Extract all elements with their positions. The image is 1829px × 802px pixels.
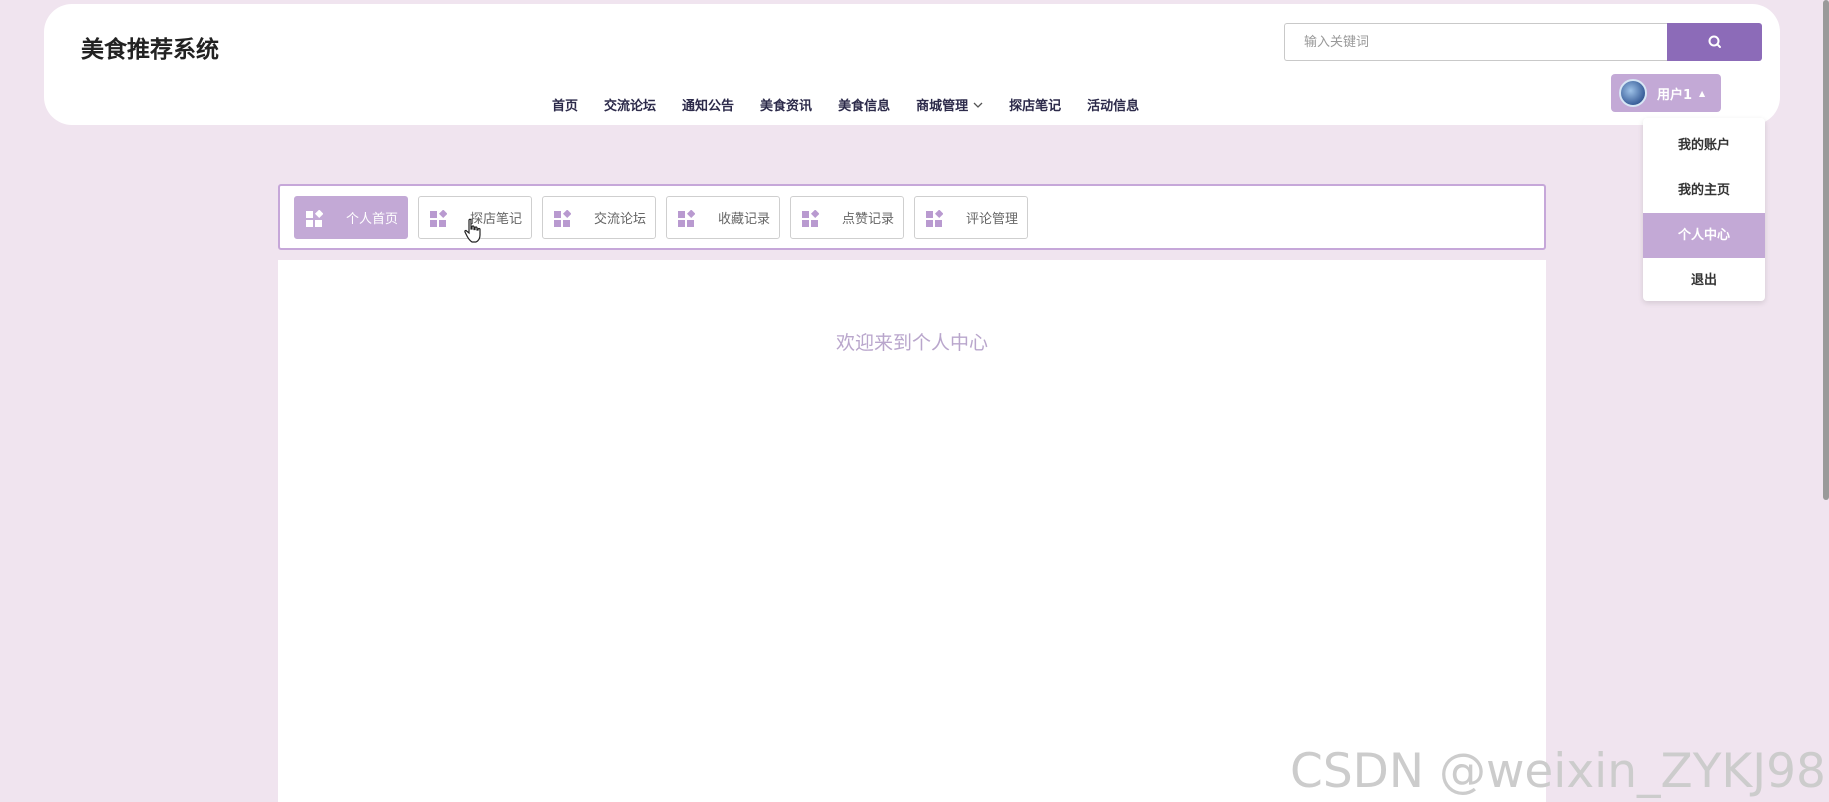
nav-item-label: 美食资讯 — [760, 99, 813, 114]
nav-item-activities[interactable]: 活动信息 — [1087, 95, 1139, 114]
tab-label: 个人首页 — [345, 212, 398, 227]
nav-item-forum[interactable]: 交流论坛 — [604, 95, 656, 114]
hand-cursor-icon — [464, 218, 481, 243]
nav-item-label: 交流论坛 — [604, 99, 657, 114]
tab-label: 收藏记录 — [717, 212, 770, 227]
user-menu-button[interactable]: 用户1 ▲ — [1611, 74, 1721, 112]
nav-item-food-news[interactable]: 美食资讯 — [760, 95, 812, 114]
site-header: 美食推荐系统 首页 交流论坛 通知公告 美食资讯 美食信息 商城管理 探店笔记 … — [44, 4, 1780, 125]
chevron-down-icon — [973, 102, 983, 108]
site-title: 美食推荐系统 — [81, 37, 219, 63]
welcome-text: 欢迎来到个人中心 — [835, 332, 988, 354]
nav-item-label: 首页 — [552, 99, 579, 114]
nav-item-label: 美食信息 — [838, 99, 891, 114]
nav-item-store-notes[interactable]: 探店笔记 — [1009, 95, 1061, 114]
grid-icon — [554, 210, 571, 227]
user-name: 用户1 — [1657, 87, 1693, 103]
nav-item-label: 探店笔记 — [1009, 99, 1062, 114]
nav-item-label: 商城管理 — [916, 99, 969, 114]
nav-item-label: 活动信息 — [1087, 99, 1140, 114]
nav-item-home[interactable]: 首页 — [552, 95, 578, 114]
tab-label: 点赞记录 — [841, 212, 894, 227]
tab-personal-home[interactable]: 个人首页 — [294, 196, 408, 239]
tab-favorites[interactable]: 收藏记录 — [666, 196, 780, 239]
main-nav: 首页 交流论坛 通知公告 美食资讯 美食信息 商城管理 探店笔记 活动信息 — [552, 95, 1165, 114]
nav-item-announcements[interactable]: 通知公告 — [682, 95, 734, 114]
search-button[interactable] — [1667, 23, 1762, 61]
page-scrollbar[interactable] — [1823, 0, 1829, 500]
nav-item-mall[interactable]: 商城管理 — [916, 95, 983, 114]
grid-icon — [926, 210, 943, 227]
search-icon — [1708, 35, 1721, 48]
search-input[interactable] — [1304, 24, 1667, 60]
watermark: CSDN @weixin_ZYKJ985 — [1290, 744, 1829, 799]
nav-item-label: 通知公告 — [682, 99, 735, 114]
search-box — [1284, 23, 1667, 61]
menu-item-logout[interactable]: 退出 — [1643, 258, 1765, 303]
grid-icon — [306, 210, 323, 227]
tab-label: 交流论坛 — [593, 212, 646, 227]
menu-item-my-homepage[interactable]: 我的主页 — [1643, 168, 1765, 213]
nav-item-food-info[interactable]: 美食信息 — [838, 95, 890, 114]
menu-item-personal-center[interactable]: 个人中心 — [1643, 213, 1765, 258]
user-dropdown-menu: 我的账户 我的主页 个人中心 退出 — [1643, 118, 1765, 301]
grid-icon — [678, 210, 695, 227]
tab-comments[interactable]: 评论管理 — [914, 196, 1028, 239]
avatar — [1619, 79, 1647, 107]
grid-icon — [802, 210, 819, 227]
caret-up-icon: ▲ — [1699, 88, 1706, 98]
grid-icon — [430, 210, 447, 227]
menu-item-my-account[interactable]: 我的账户 — [1643, 123, 1765, 168]
tab-likes[interactable]: 点赞记录 — [790, 196, 904, 239]
tab-forum[interactable]: 交流论坛 — [542, 196, 656, 239]
tab-label: 评论管理 — [965, 212, 1018, 227]
main-content: 欢迎来到个人中心 — [278, 260, 1546, 802]
